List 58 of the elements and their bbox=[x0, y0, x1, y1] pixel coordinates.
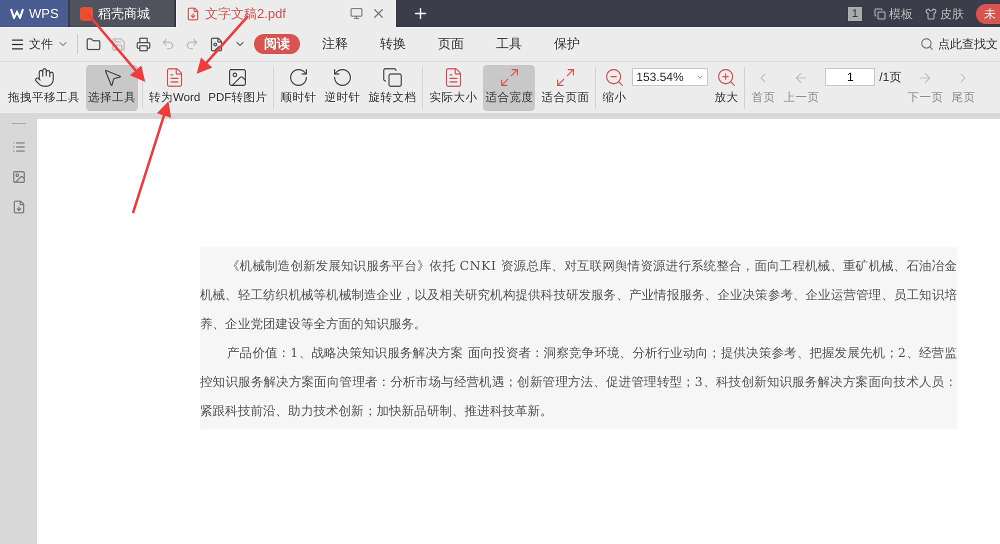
toolbar-button[interactable]: 转为Word bbox=[147, 64, 202, 110]
wps-logo-icon bbox=[10, 8, 24, 19]
export-icon[interactable] bbox=[209, 36, 224, 52]
ribbon-tab[interactable]: 注释 bbox=[312, 34, 358, 54]
count-badge: 1 bbox=[848, 6, 862, 20]
ribbon-tab[interactable]: 工具 bbox=[486, 34, 532, 54]
tab[interactable]: WPS bbox=[0, 0, 68, 27]
menu-icon bbox=[10, 36, 25, 52]
toolbar-button[interactable]: 逆时针 bbox=[322, 64, 362, 110]
outline-icon[interactable] bbox=[12, 140, 26, 154]
tab[interactable]: 稻壳商城 bbox=[70, 0, 174, 27]
search-icon bbox=[920, 37, 934, 51]
template-link[interactable]: 模板 bbox=[874, 4, 913, 22]
print-icon[interactable] bbox=[136, 36, 151, 52]
fit-width-icon bbox=[498, 67, 520, 88]
avatar[interactable]: 未 bbox=[976, 4, 1000, 24]
paragraph: 《机械制造创新发展知识服务平台》依托 CNKI 资源总库、对互联网舆情资源进行系统整合，面向工程机械、重矿机械、石油冶金机械、轻工纺织机械等机械制造企业，以及相关研究机构提供科技研发服务、产业情报服务、企业决策参考、企业运营管理、员工知识培养、企业党团建设等全方面的知识服务。 bbox=[200, 257, 957, 333]
tab-label: WPS bbox=[29, 4, 59, 23]
toolbar-button[interactable]: 顺时针 bbox=[278, 64, 318, 110]
ribbon-tab[interactable]: 阅读 bbox=[254, 34, 300, 54]
rotate-clockwise-icon bbox=[288, 67, 309, 88]
ribbon-tab[interactable]: 保护 bbox=[544, 34, 590, 54]
shirt-icon bbox=[925, 8, 937, 20]
tab-label: 稻壳商城 bbox=[98, 4, 150, 23]
toolbar-button[interactable]: 缩小 bbox=[600, 64, 628, 110]
paragraph: 产品价值：1、战略决策知识服务解决方案 面向投资者：洞察竞争环境、分析行业动向；提供决策参考、把握发展先机；2、经营监控知识服务解决方案面向管理者：分析市场与经营机遇；创新管理方法、促进管理转型；3、科技创新知识服务解决方案面向技术人员：紧跟科技前沿、助力技术创新；加快新品研制、推进科技革新。 bbox=[200, 344, 957, 420]
toolbar-button[interactable]: 拖拽平移工具 bbox=[6, 64, 82, 110]
caret-icon bbox=[696, 73, 704, 81]
folder-icon[interactable] bbox=[86, 36, 101, 52]
search-field[interactable]: 点此查找文 bbox=[920, 35, 1000, 53]
zoom-field[interactable]: 153.54% bbox=[632, 68, 708, 86]
page-field[interactable]: 1 bbox=[825, 68, 876, 86]
toolbar-button[interactable]: PDF转图片 bbox=[206, 64, 270, 110]
pages-icon bbox=[382, 67, 403, 88]
pdf-icon bbox=[186, 6, 200, 20]
file-menu[interactable]: 文件 bbox=[10, 35, 69, 53]
zoom-in-icon bbox=[716, 67, 737, 88]
save-icon[interactable] bbox=[111, 36, 126, 52]
toolbar-button[interactable]: 适合宽度 bbox=[483, 64, 536, 110]
skin-link[interactable]: 皮肤 bbox=[925, 4, 964, 22]
rotate-counterclockwise-icon bbox=[332, 67, 353, 88]
toolbar-button[interactable]: 实际大小 bbox=[427, 64, 480, 110]
toolbar-button[interactable]: 适合页面 bbox=[539, 64, 592, 110]
hand-icon bbox=[34, 67, 54, 88]
zoom-out-icon bbox=[604, 67, 625, 88]
toolbar-button[interactable]: 旋转文档 bbox=[366, 64, 418, 110]
toolbar-button[interactable]: 选择工具 bbox=[86, 64, 138, 110]
image-icon bbox=[227, 67, 248, 88]
page-total: /1页 bbox=[879, 69, 902, 86]
thumbnail-icon[interactable] bbox=[12, 170, 26, 184]
toolbar-button[interactable]: 放大 bbox=[712, 64, 740, 110]
close-icon[interactable] bbox=[371, 6, 386, 21]
new-tab-icon[interactable] bbox=[412, 5, 429, 22]
window-icon[interactable] bbox=[350, 7, 363, 20]
fit-page-icon bbox=[554, 67, 576, 88]
ribbon-tab[interactable]: 页面 bbox=[428, 34, 474, 54]
ribbon-tab[interactable]: 转换 bbox=[370, 34, 416, 54]
convert-icon[interactable] bbox=[12, 200, 26, 214]
